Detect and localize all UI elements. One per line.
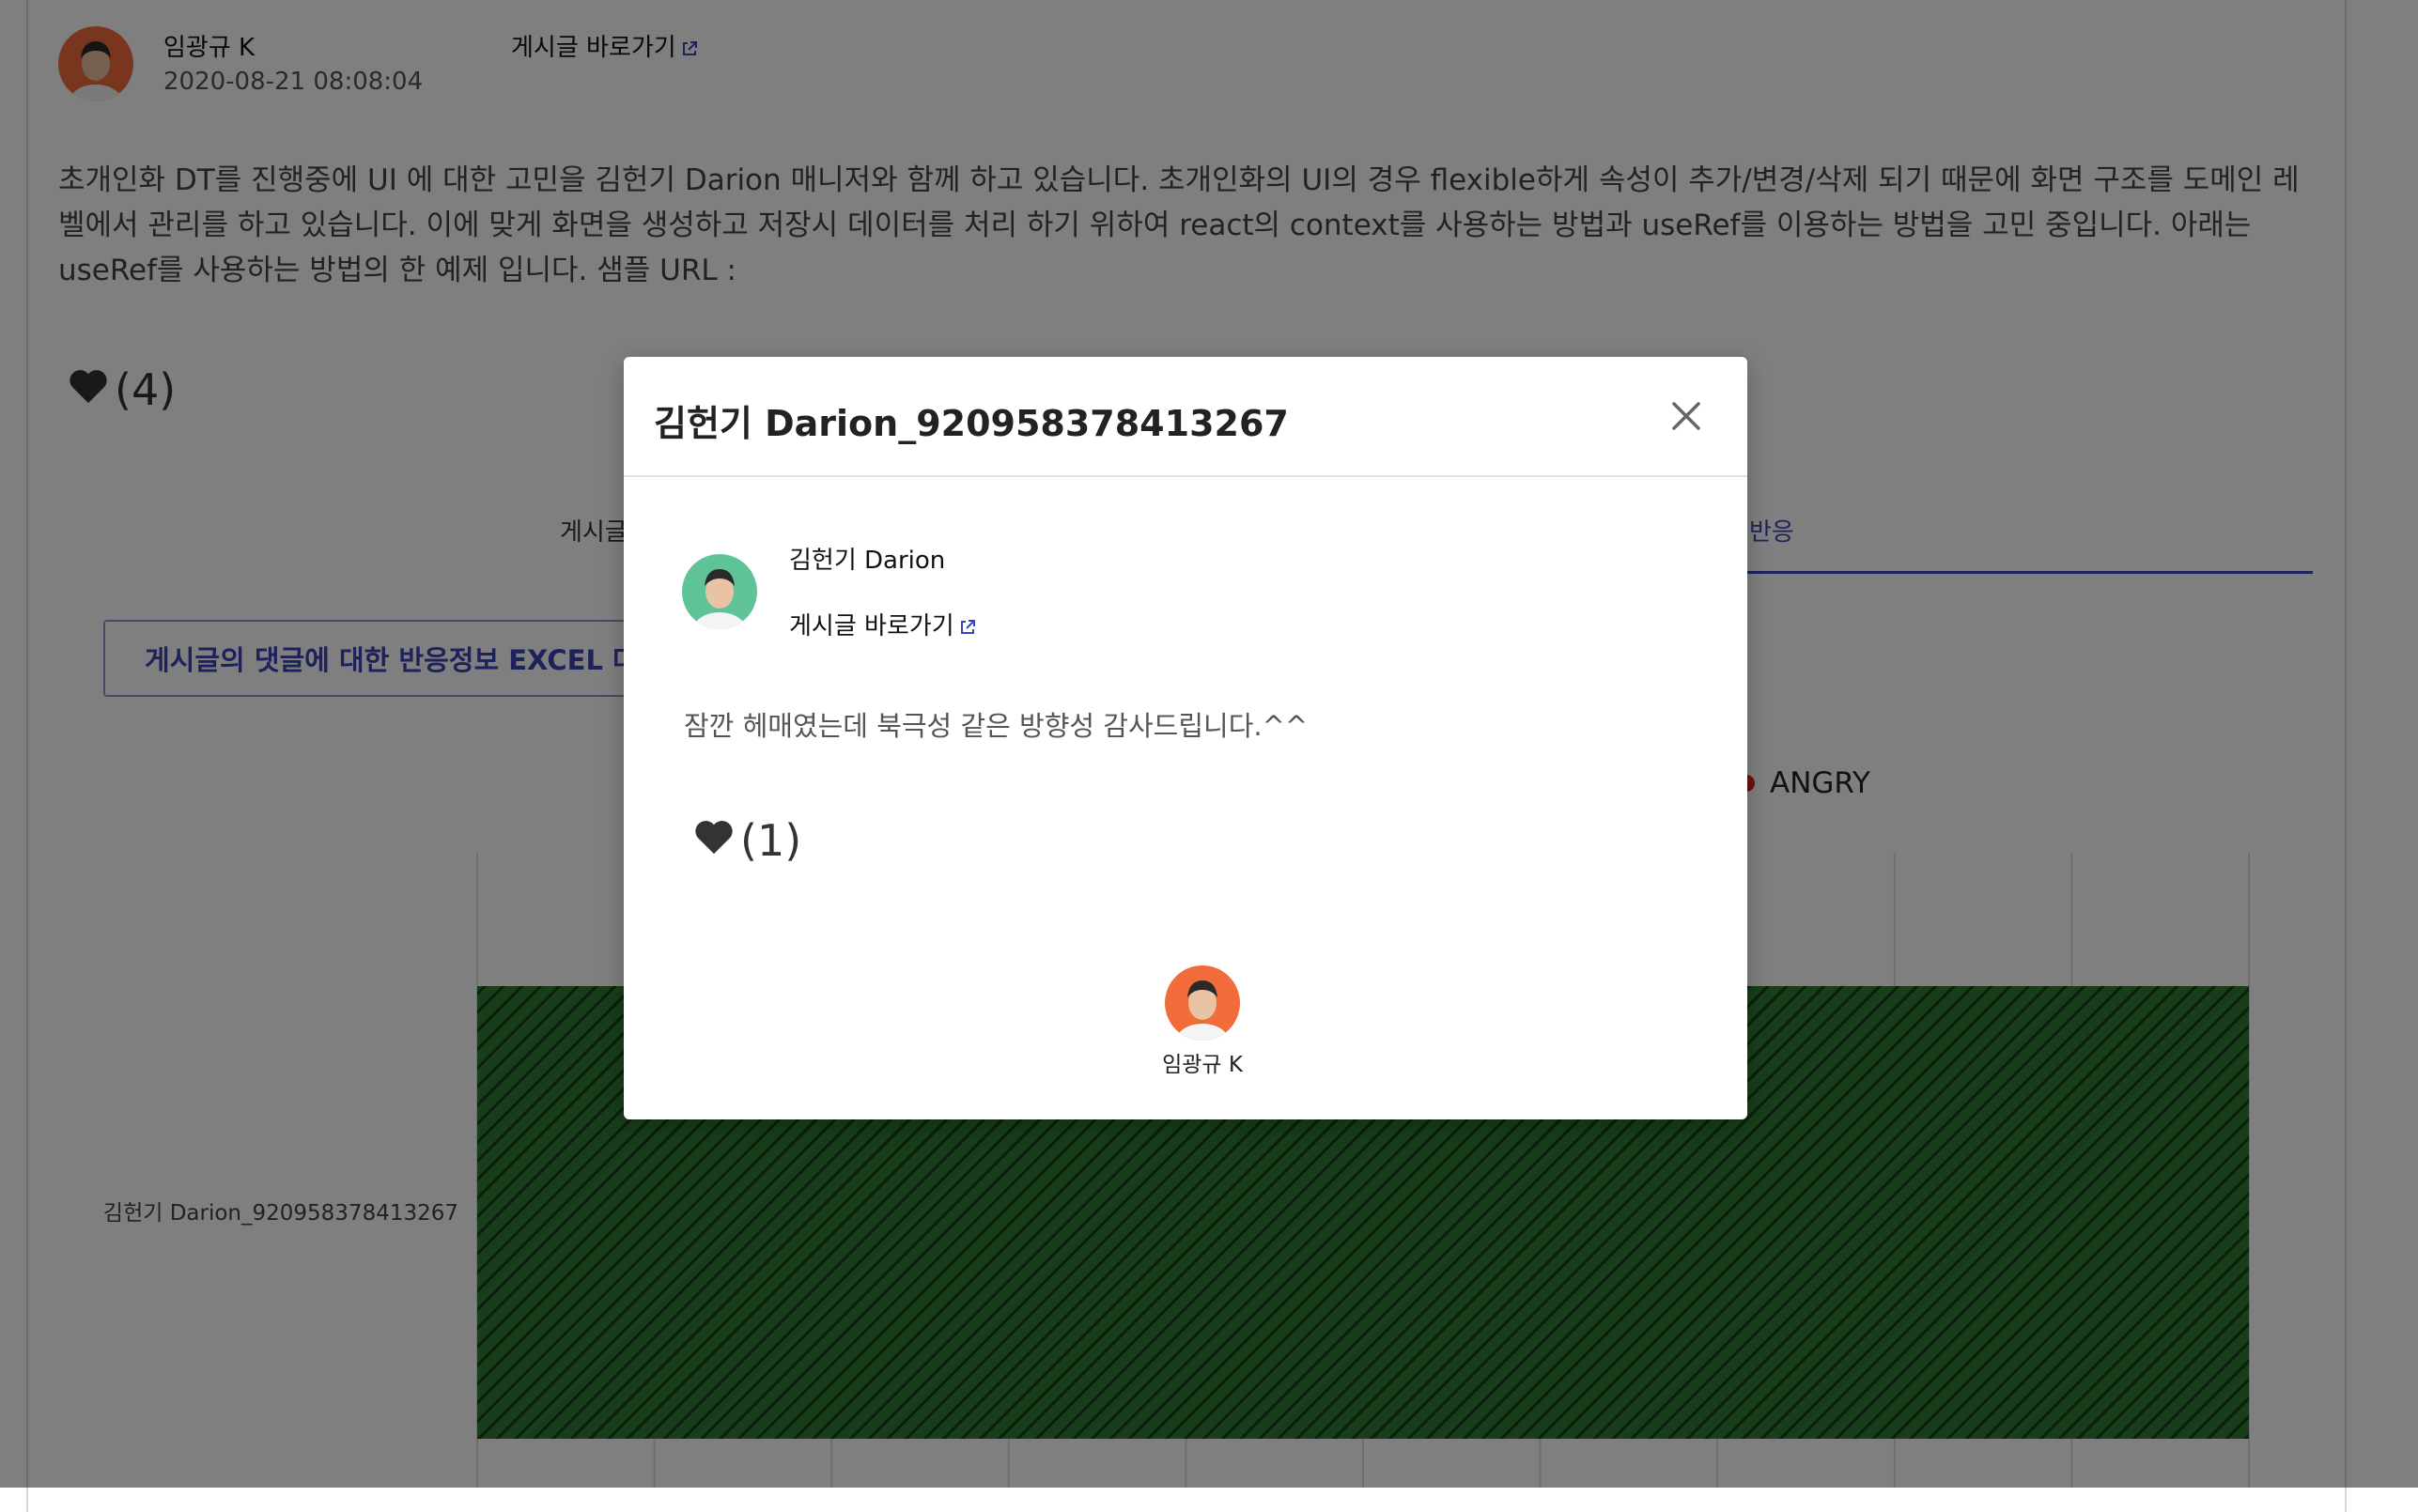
reactor-item[interactable]: 임광규 K [1108,965,1296,1078]
external-link-icon [958,615,977,634]
modal-title: 김헌기 Darion_920958378413267 [654,403,1289,444]
comment-like-count: (1) [740,815,802,866]
modal-post-link[interactable]: 게시글 바로가기 [789,607,977,641]
modal-post-link-label[interactable]: 게시글 바로가기 [789,607,954,641]
commenter-name: 김헌기 Darion [789,547,946,575]
page: 임광규 K 2020-08-21 08:08:04 게시글 바로가기 초개인화 … [0,0,2418,1512]
close-icon[interactable] [1666,396,1706,436]
reaction-modal: 김헌기 Darion_920958378413267 김헌기 Darion 게시… [624,357,1747,1119]
heart-icon[interactable] [693,815,735,866]
reactor-name: 임광규 K [1162,1053,1243,1077]
commenter-avatar [682,554,757,629]
reactor-avatar [1165,965,1240,1041]
comment-like-button[interactable]: (1) [693,815,801,866]
modal-header: 김헌기 Darion_920958378413267 [624,357,1747,477]
comment-text: 잠깐 헤매였는데 북극성 같은 방향성 감사드립니다.^^ [684,710,1309,742]
